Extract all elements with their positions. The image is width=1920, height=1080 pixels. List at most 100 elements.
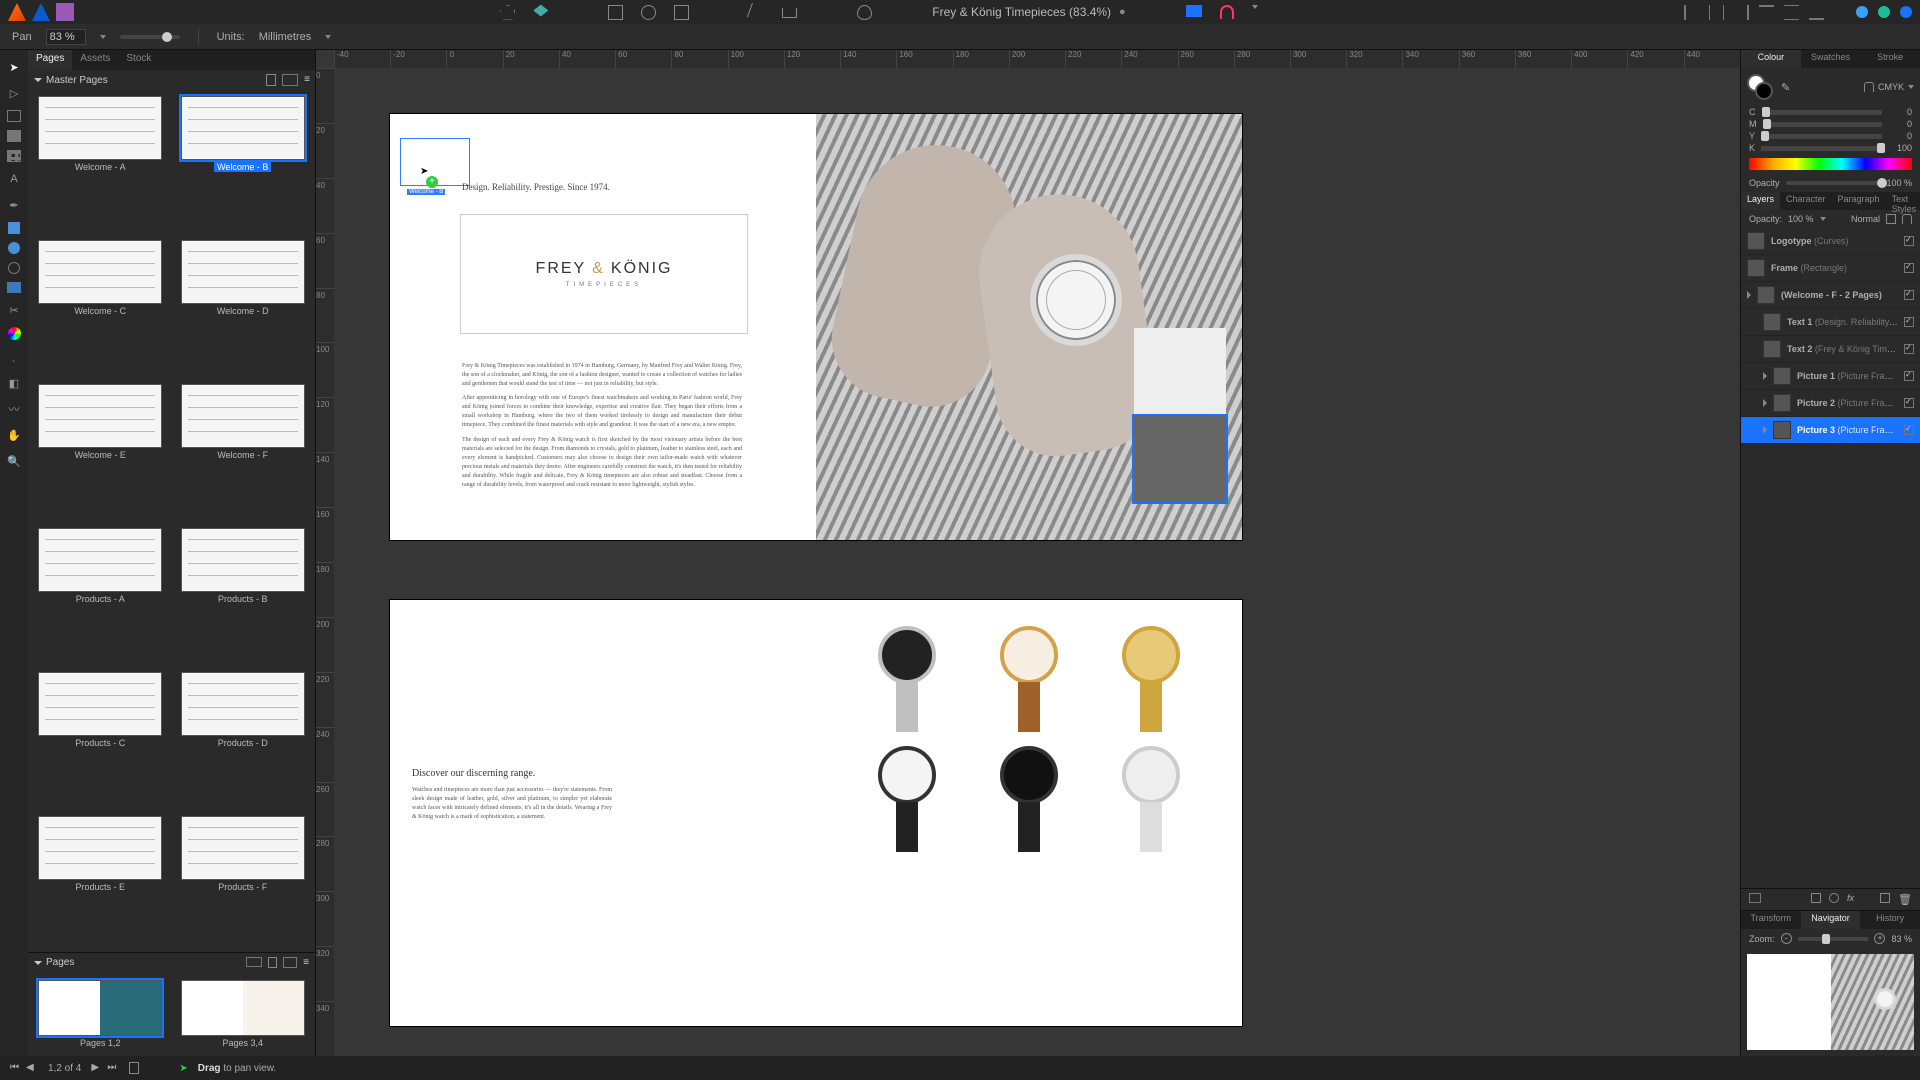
- layer-name[interactable]: Picture 1 (Picture Frame): [1797, 371, 1898, 381]
- facing-view-icon[interactable]: [283, 957, 297, 968]
- account-icon[interactable]: [1856, 6, 1868, 18]
- layer-name[interactable]: Frame (Rectangle): [1771, 263, 1898, 273]
- cmyk-slider[interactable]: [1762, 110, 1883, 115]
- page-3[interactable]: Discover our discerning range. Watches a…: [390, 600, 816, 1026]
- spread-label[interactable]: Pages 1,2: [80, 1038, 121, 1048]
- picture-3[interactable]: [1134, 416, 1226, 502]
- circle-icon[interactable]: [641, 5, 656, 20]
- master-page-item[interactable]: Products - B: [177, 528, 310, 664]
- master-page-item[interactable]: Welcome - C: [34, 240, 167, 376]
- spread-thumbnail[interactable]: [38, 980, 162, 1036]
- master-label[interactable]: Products - E: [75, 882, 125, 892]
- layer-disclosure-icon[interactable]: [1763, 426, 1767, 434]
- product-watch[interactable]: [978, 738, 1080, 848]
- cmyk-value[interactable]: 100: [1888, 143, 1912, 153]
- master-page-item[interactable]: Welcome - A: [34, 96, 167, 232]
- product-watch[interactable]: [978, 618, 1080, 728]
- master-label[interactable]: Welcome - D: [217, 306, 269, 316]
- layer-row[interactable]: Picture 1 (Picture Frame): [1741, 363, 1920, 390]
- picture-2[interactable]: [1134, 328, 1226, 414]
- text-tool[interactable]: A: [5, 170, 23, 188]
- body-para-3[interactable]: The design of each and every Frey & Köni…: [462, 436, 742, 490]
- master-label[interactable]: Welcome - E: [75, 450, 126, 460]
- cmyk-value[interactable]: 0: [1888, 119, 1912, 129]
- layer-disclosure-icon[interactable]: [1763, 372, 1767, 380]
- delete-layer-icon[interactable]: 🗑: [1898, 893, 1912, 906]
- product-watch[interactable]: [856, 738, 958, 848]
- zoom-in-icon[interactable]: +: [1874, 933, 1885, 944]
- align-hcenter-icon[interactable]: [1709, 5, 1724, 20]
- cmyk-slider[interactable]: [1763, 122, 1883, 127]
- master-page-item[interactable]: Products - D: [177, 672, 310, 808]
- fill-tool[interactable]: ◧: [5, 374, 23, 392]
- product-watch[interactable]: [856, 618, 958, 728]
- picture-frame-tool[interactable]: [7, 282, 21, 293]
- crop-tool[interactable]: ✂: [5, 301, 23, 319]
- align-top-icon[interactable]: [1759, 5, 1774, 20]
- lock-icon[interactable]: [1864, 82, 1874, 92]
- disclosure-icon[interactable]: [34, 78, 42, 82]
- crop-icon[interactable]: [674, 5, 689, 20]
- layer-visibility-checkbox[interactable]: [1904, 371, 1914, 381]
- master-label[interactable]: Products - F: [218, 882, 267, 892]
- align-bottom-icon[interactable]: [1809, 5, 1824, 20]
- units-dropdown-icon[interactable]: [325, 35, 331, 39]
- nav-zoom-value[interactable]: 83 %: [1891, 934, 1912, 944]
- tab-assets[interactable]: Assets: [72, 50, 118, 70]
- discover-heading[interactable]: Discover our discerning range.: [412, 768, 535, 779]
- layer-name[interactable]: Text 2 (Frey & König Timepie: [1787, 344, 1898, 354]
- layer-visibility-checkbox[interactable]: [1904, 263, 1914, 273]
- vector-brush-tool[interactable]: 〰: [5, 400, 23, 418]
- anchor-icon[interactable]: [782, 8, 797, 18]
- spread-view-icon[interactable]: [246, 957, 262, 967]
- zoom-tool[interactable]: 🔍: [5, 452, 23, 470]
- master-thumbnail[interactable]: [181, 96, 305, 160]
- pin-icon[interactable]: [747, 2, 766, 21]
- publisher-persona-icon[interactable]: [8, 3, 26, 21]
- tab-character[interactable]: Character: [1780, 192, 1832, 210]
- layer-name[interactable]: Picture 3 (Picture Frame): [1797, 425, 1898, 435]
- page-counter[interactable]: 1,2 of 4: [48, 1063, 81, 1074]
- master-thumbnail[interactable]: [38, 672, 162, 736]
- master-page-item[interactable]: Welcome - F: [177, 384, 310, 520]
- eyedropper-tool[interactable]: ˎ: [5, 348, 23, 366]
- master-page-item[interactable]: Welcome - E: [34, 384, 167, 520]
- pan-tool[interactable]: ✋: [5, 426, 23, 444]
- table-tool[interactable]: [7, 150, 21, 162]
- master-label[interactable]: Welcome - F: [217, 450, 268, 460]
- master-page-item[interactable]: Products - E: [34, 816, 167, 952]
- spread-1-2[interactable]: Welcome - B ➤ + Design. Reliability. Pre…: [390, 114, 1242, 540]
- cmyk-value[interactable]: 0: [1888, 131, 1912, 141]
- tab-navigator[interactable]: Navigator: [1801, 911, 1861, 929]
- ellipse-tool[interactable]: [8, 242, 20, 254]
- master-pages-header[interactable]: Master Pages ≡: [28, 70, 315, 90]
- tab-colour[interactable]: Colour: [1741, 50, 1801, 68]
- rectangle-tool[interactable]: [8, 222, 20, 234]
- fx-icon[interactable]: fx: [1847, 893, 1854, 906]
- layer-row[interactable]: Text 1 (Design. Reliability. Pr: [1741, 309, 1920, 336]
- tab-layers[interactable]: Layers: [1741, 192, 1780, 210]
- align-vcenter-icon[interactable]: [1784, 5, 1799, 20]
- master-thumbnail[interactable]: [38, 240, 162, 304]
- cmyk-value[interactable]: 0: [1888, 107, 1912, 117]
- master-label[interactable]: Products - B: [218, 594, 268, 604]
- layers-stack-icon[interactable]: [1749, 893, 1761, 903]
- eyedropper-icon[interactable]: ✎: [1781, 81, 1790, 94]
- preview-icon[interactable]: [857, 5, 872, 20]
- tab-textstyles[interactable]: Text Styles: [1886, 192, 1920, 210]
- pen-tool[interactable]: ✒: [5, 196, 23, 214]
- tab-stroke[interactable]: Stroke: [1860, 50, 1920, 68]
- product-watch[interactable]: [1100, 738, 1202, 848]
- layer-name[interactable]: Picture 2 (Picture Frame): [1797, 398, 1898, 408]
- persona-switcher[interactable]: [8, 3, 74, 21]
- spread-3-4[interactable]: Discover our discerning range. Watches a…: [390, 600, 1242, 1026]
- master-label[interactable]: Products - C: [75, 738, 125, 748]
- master-page-item[interactable]: Welcome - D: [177, 240, 310, 376]
- layer-disclosure-icon[interactable]: [1747, 291, 1751, 299]
- opacity-value[interactable]: 100 %: [1886, 178, 1912, 188]
- layer-visibility-checkbox[interactable]: [1904, 425, 1914, 435]
- photo-persona-icon[interactable]: [56, 3, 74, 21]
- page-1[interactable]: Welcome - B ➤ + Design. Reliability. Pre…: [390, 114, 816, 540]
- layer-row[interactable]: Picture 2 (Picture Frame): [1741, 390, 1920, 417]
- layer-row[interactable]: Text 2 (Frey & König Timepie: [1741, 336, 1920, 363]
